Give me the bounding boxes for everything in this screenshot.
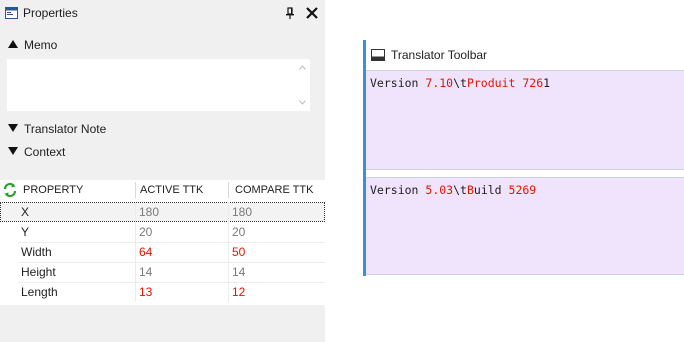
cell-divider [135,202,136,222]
cell-divider [135,242,136,262]
window-icon [5,7,18,19]
active-value: 64 [139,245,153,259]
table-row-height[interactable]: Height 14 14 [0,262,325,282]
diff-segment: 726 [522,76,544,90]
text-segment: \t [453,76,467,90]
refresh-icon[interactable] [2,182,18,198]
collapse-up-icon [8,40,18,48]
expand-down-icon [8,124,18,132]
compare-value: 50 [232,245,246,259]
scroll-up-icon[interactable] [299,65,306,70]
column-divider [228,182,229,198]
text-segment: Version [370,183,426,197]
translator-note-section-header[interactable]: Translator Note [0,120,200,138]
diff-segment: 5.03 [425,183,454,197]
text-segment: 1 [543,76,551,90]
diff-segment: 7.10 [425,76,454,90]
expand-down-icon [8,147,18,155]
property-name: X [21,205,30,219]
cell-divider [228,282,229,302]
compare-value: 180 [232,205,253,219]
cell-divider [135,262,136,282]
context-section-header[interactable]: Context [0,143,200,161]
text-segment: \t [453,183,467,197]
cell-divider [228,242,229,262]
column-divider [135,182,136,198]
table-row-y[interactable]: Y 20 20 [0,222,325,242]
pin-icon[interactable] [283,5,297,21]
compare-version-box[interactable]: Version 5.03\tBuild 5269 [366,177,684,275]
compare-value: 20 [232,225,246,239]
table-row-x[interactable]: X 180 180 [0,202,325,222]
compare-version-text: Version 5.03\tBuild 5269 [370,183,536,197]
property-grid: PROPERTY ACTIVE TTK COMPARE TTK X 180 18… [0,180,325,305]
memo-field[interactable] [7,59,310,111]
diff-segment: B [466,183,474,197]
text-segment: uild [473,183,509,197]
cell-divider [228,202,229,222]
column-header-active-ttk[interactable]: ACTIVE TTK [140,184,203,196]
properties-panel: Properties Memo Translator Note Context [0,0,325,342]
toolbar-title: Translator Toolbar [391,48,488,62]
cell-divider [135,222,136,242]
close-icon[interactable] [303,4,321,22]
translator-note-label: Translator Note [24,122,107,136]
cell-divider [228,262,229,282]
property-name: Y [21,225,30,239]
properties-header: Properties [0,0,325,27]
active-version-text: Version 7.10\tProduit 7261 [370,76,550,90]
compare-value: 12 [232,285,246,299]
text-segment: Version [370,76,426,90]
compare-value: 14 [232,265,246,279]
diff-segment: 5269 [508,183,537,197]
property-name: Height [21,265,56,279]
active-value: 180 [139,205,160,219]
active-value: 20 [139,225,153,239]
toolbar-window-icon [371,49,385,61]
memo-label: Memo [24,38,58,52]
scroll-down-icon[interactable] [299,100,306,105]
memo-scrollbar[interactable] [295,59,310,111]
table-row-width[interactable]: Width 64 50 [0,242,325,262]
grid-header: PROPERTY ACTIVE TTK COMPARE TTK [0,180,325,200]
active-value: 14 [139,265,153,279]
panel-title: Properties [23,6,78,20]
cell-divider [228,222,229,242]
context-label: Context [24,145,66,159]
memo-section-header[interactable]: Memo [0,36,200,54]
table-row-length[interactable]: Length 13 12 [0,282,325,302]
column-header-property[interactable]: PROPERTY [23,184,83,196]
cell-divider [135,282,136,302]
property-name: Length [21,285,58,299]
active-version-box[interactable]: Version 7.10\tProduit 7261 [366,70,684,170]
column-header-compare-ttk[interactable]: COMPARE TTK [235,184,313,196]
active-value: 13 [139,285,153,299]
property-name: Width [21,245,52,259]
diff-segment: Produit [466,76,516,90]
